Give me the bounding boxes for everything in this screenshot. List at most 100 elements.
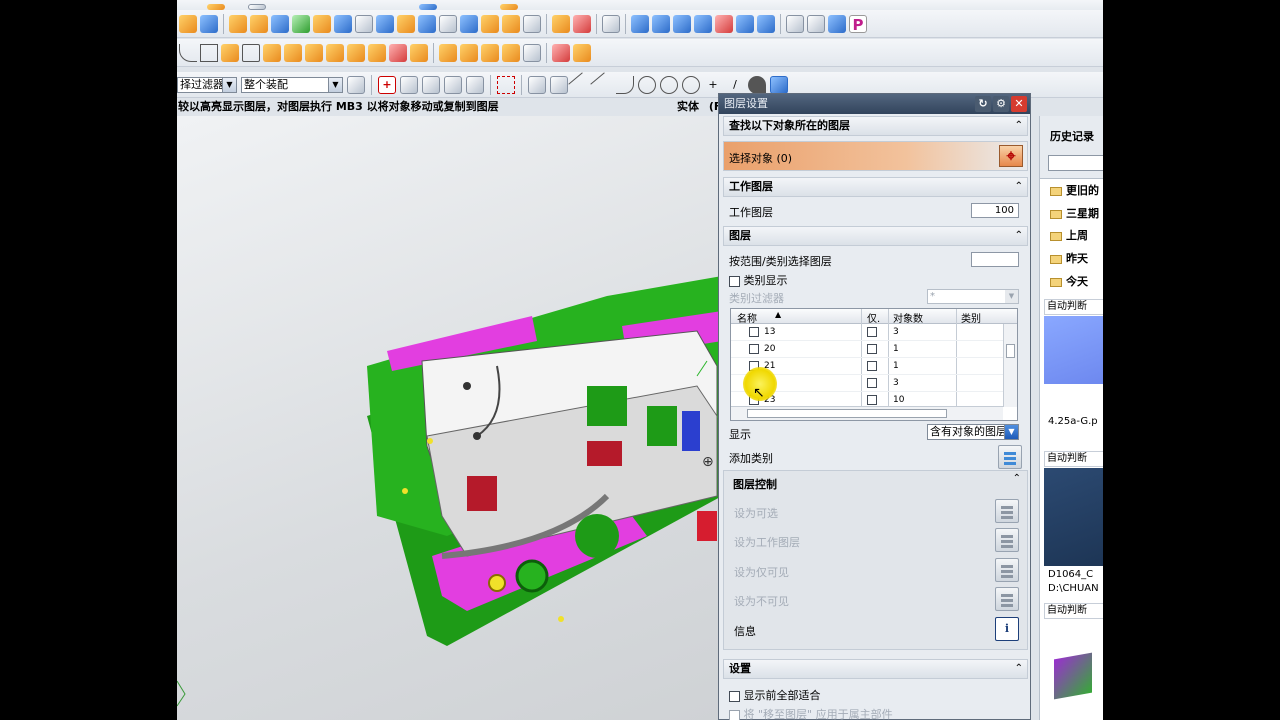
- chevron-up-icon[interactable]: ⌃: [1013, 473, 1021, 484]
- slot-icon[interactable]: [355, 14, 373, 33]
- history-thumb[interactable]: [1044, 621, 1103, 716]
- rectangle-icon[interactable]: [200, 43, 218, 62]
- trim-body-icon[interactable]: [460, 14, 478, 33]
- category-display-toggle[interactable]: 类别显示: [729, 272, 788, 288]
- section-work-layer[interactable]: 工作图层 ⌃: [723, 177, 1028, 197]
- revolve-icon[interactable]: [250, 14, 268, 33]
- col-count[interactable]: 对象数: [893, 310, 923, 325]
- circle-snap-icon[interactable]: [682, 75, 700, 94]
- rectangle-select-icon[interactable]: [497, 75, 515, 94]
- table-row[interactable]: 20 1: [731, 341, 1003, 358]
- checkbox[interactable]: [867, 361, 877, 371]
- checkbox[interactable]: [867, 327, 877, 337]
- vertical-scrollbar[interactable]: [1003, 324, 1017, 407]
- section-curve-icon[interactable]: [389, 43, 407, 62]
- scope-combo[interactable]: 整个装配 ▼: [241, 76, 343, 93]
- info-icon[interactable]: [807, 14, 825, 33]
- pull-face-icon[interactable]: [715, 14, 733, 33]
- project-curve-icon[interactable]: [347, 43, 365, 62]
- extract-curve-icon[interactable]: [410, 43, 428, 62]
- pocket-icon[interactable]: [334, 14, 352, 33]
- checkbox[interactable]: [729, 275, 740, 287]
- fillet-curve-icon[interactable]: [523, 43, 541, 62]
- chevron-up-icon[interactable]: ⌃: [1015, 117, 1023, 135]
- select-body-icon[interactable]: [422, 75, 440, 94]
- folder-last-week[interactable]: 上周: [1050, 226, 1103, 246]
- folder-yesterday[interactable]: 昨天: [1050, 249, 1103, 269]
- checkbox[interactable]: [729, 709, 740, 720]
- table-row[interactable]: 13 3: [731, 324, 1003, 341]
- chevron-up-icon[interactable]: ⌃: [1015, 660, 1023, 678]
- delete-face-icon[interactable]: [573, 14, 591, 33]
- sweep-icon[interactable]: [271, 14, 289, 33]
- make-invisible-button[interactable]: [995, 587, 1019, 611]
- plugin-p-icon[interactable]: P: [849, 14, 867, 34]
- move-icon[interactable]: [528, 75, 546, 94]
- checkbox[interactable]: [867, 378, 877, 388]
- section-layers[interactable]: 图层 ⌃: [723, 226, 1028, 246]
- folder-today[interactable]: 今天: [1050, 272, 1103, 292]
- tool-icon[interactable]: [419, 3, 437, 10]
- cylinder-icon[interactable]: [200, 14, 218, 33]
- info-button[interactable]: i: [995, 617, 1019, 641]
- edit-curve-icon[interactable]: [573, 43, 591, 62]
- chevron-up-icon[interactable]: ⌃: [1015, 227, 1023, 245]
- offset-curve-icon[interactable]: [326, 43, 344, 62]
- subtract-icon[interactable]: [418, 14, 436, 33]
- ellipse-icon[interactable]: [263, 43, 281, 62]
- folder-older[interactable]: 更旧的: [1050, 181, 1103, 201]
- block-icon[interactable]: [179, 14, 197, 33]
- checkbox[interactable]: [749, 327, 759, 337]
- snap-point-icon[interactable]: +: [378, 75, 396, 94]
- arc-icon[interactable]: [179, 43, 197, 62]
- make-selectable-button[interactable]: [995, 499, 1019, 523]
- checkbox[interactable]: [749, 344, 759, 354]
- polygon-icon[interactable]: [242, 43, 260, 62]
- helix-icon[interactable]: [305, 43, 323, 62]
- snap-end-icon[interactable]: [550, 75, 568, 94]
- make-work-layer-button[interactable]: [995, 528, 1019, 552]
- type-filter-combo[interactable]: 择过滤器 ▼: [177, 76, 237, 93]
- chevron-down-icon[interactable]: ▼: [1004, 425, 1018, 439]
- transform-icon[interactable]: [602, 14, 620, 33]
- split-curve-icon[interactable]: [460, 43, 478, 62]
- folder-three-weeks[interactable]: 三星期: [1050, 204, 1103, 224]
- offset-region-icon[interactable]: [652, 14, 670, 33]
- spline-icon[interactable]: [284, 43, 302, 62]
- mold-model[interactable]: ⊕: [177, 116, 722, 720]
- chevron-down-icon[interactable]: ▼: [328, 77, 342, 92]
- col-name[interactable]: 名称: [737, 310, 757, 325]
- table-icon[interactable]: [786, 14, 804, 33]
- checkbox[interactable]: [867, 344, 877, 354]
- groove-icon[interactable]: [376, 14, 394, 33]
- divide-curve-icon[interactable]: [502, 43, 520, 62]
- tool-icon[interactable]: [500, 3, 518, 10]
- undo-selection-icon[interactable]: [400, 75, 418, 94]
- close-icon[interactable]: ✕: [1011, 96, 1027, 112]
- col-category[interactable]: 类别: [961, 310, 981, 325]
- slash-snap-icon[interactable]: /: [726, 76, 744, 94]
- sketch-curve-icon[interactable]: [221, 43, 239, 62]
- chamfer-icon[interactable]: [502, 14, 520, 33]
- plus-snap-icon[interactable]: +: [704, 76, 722, 94]
- mirror-face-icon[interactable]: [757, 14, 775, 33]
- boss-icon[interactable]: [313, 14, 331, 33]
- history-search-input[interactable]: [1048, 155, 1103, 171]
- visible-only-button[interactable]: [995, 558, 1019, 582]
- chevron-down-icon[interactable]: ▼: [1005, 290, 1018, 303]
- reset-icon[interactable]: ↻: [975, 96, 991, 112]
- work-layer-input[interactable]: 100: [971, 203, 1019, 218]
- checkbox[interactable]: [729, 690, 740, 702]
- line2-icon[interactable]: [590, 71, 616, 98]
- arc-snap-icon[interactable]: [616, 75, 634, 94]
- draft-icon[interactable]: [552, 14, 570, 33]
- resize-blend-icon[interactable]: [694, 14, 712, 33]
- tool-icon[interactable]: [248, 3, 266, 10]
- show-combo[interactable]: 含有对象的图层 ▼: [927, 424, 1019, 440]
- col-only[interactable]: 仅.: [867, 310, 880, 325]
- trim-curve-icon[interactable]: [439, 43, 457, 62]
- layer-icon[interactable]: [828, 14, 846, 33]
- sync-move-icon[interactable]: [631, 14, 649, 33]
- category-filter-input[interactable]: * ▼: [927, 289, 1019, 304]
- join-curve-icon[interactable]: [481, 43, 499, 62]
